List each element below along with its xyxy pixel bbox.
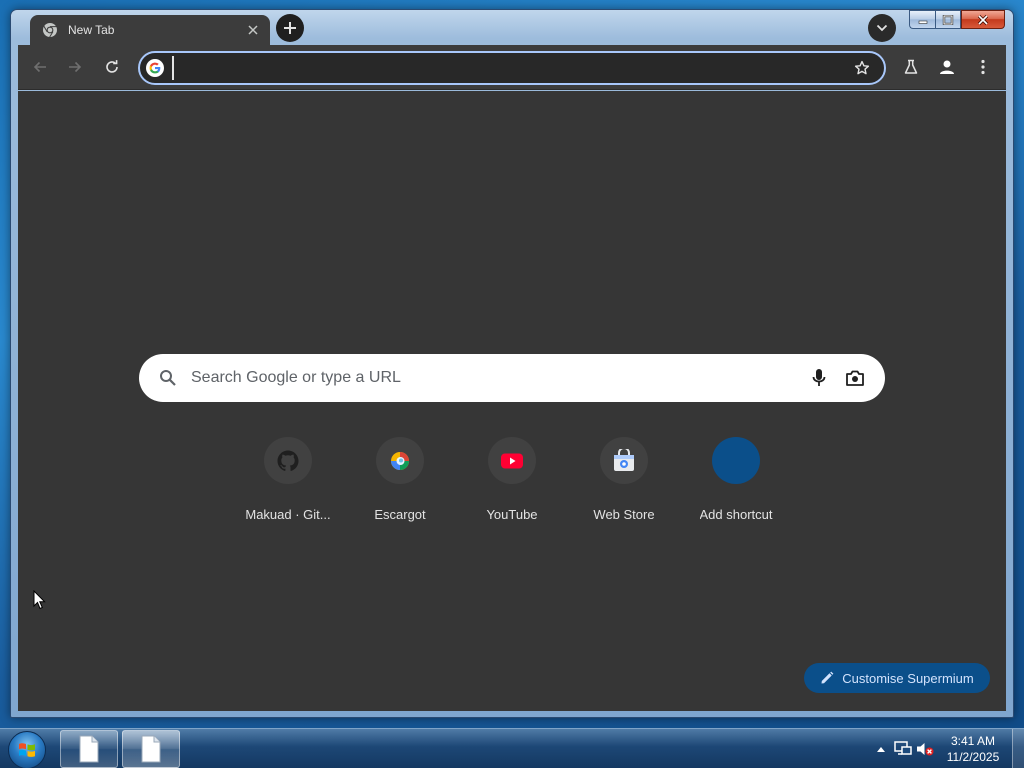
shortcut-tile (264, 437, 312, 485)
bookmark-star-button[interactable] (848, 54, 876, 82)
shortcut-label: Add shortcut (699, 507, 773, 522)
network-icon (894, 741, 912, 755)
person-icon (940, 60, 954, 74)
ntp-search-box[interactable] (139, 354, 885, 402)
browser-toolbar (18, 45, 1006, 90)
shortcut-youtube[interactable]: YouTube (456, 434, 568, 522)
shortcut-web-store[interactable]: Web Store (568, 434, 680, 522)
network-tray-button[interactable] (892, 738, 914, 760)
chevron-down-icon (876, 24, 888, 32)
address-input[interactable] (172, 56, 848, 80)
escargot-icon (391, 451, 409, 470)
shortcut-label: Escargot (374, 507, 426, 522)
back-button[interactable] (26, 53, 54, 81)
shortcut-escargot[interactable]: Escargot (344, 434, 456, 522)
camera-icon (846, 370, 864, 386)
chromium-icon (43, 23, 57, 38)
close-icon (248, 25, 258, 35)
tab-search-button[interactable] (868, 14, 896, 42)
kebab-menu-icon (981, 59, 985, 75)
taskbar-clock[interactable]: 3:41 AM 11/2/2025 (940, 733, 1006, 765)
volume-muted-icon (917, 743, 934, 756)
web-store-icon (614, 448, 634, 471)
image-search-button[interactable] (843, 366, 867, 390)
shortcut-label: Web Store (593, 507, 655, 522)
shortcut-github[interactable]: Makuad · Git... (232, 434, 344, 522)
windows-logo-icon (19, 743, 35, 757)
shortcut-tile (600, 437, 648, 485)
shortcut-tile (376, 437, 424, 485)
tab-strip: New Tab (18, 13, 1006, 45)
triangle-up-icon (877, 747, 885, 752)
star-icon (854, 60, 870, 75)
shortcut-add[interactable]: Add shortcut (680, 434, 792, 522)
new-tab-page: Makuad · Git... Escargot YouTube Web Sto… (18, 91, 1006, 711)
pencil-icon (821, 671, 834, 684)
customise-button[interactable]: Customise Supermium (804, 663, 990, 693)
new-tab-button[interactable] (276, 14, 304, 42)
arrow-left-icon (33, 61, 46, 73)
voice-search-button[interactable] (807, 366, 831, 390)
forward-button[interactable] (61, 53, 89, 81)
tab-close-button[interactable] (240, 19, 266, 41)
taskbar-app-2[interactable] (122, 730, 180, 768)
google-g-icon (146, 59, 164, 77)
shortcuts-grid: Makuad · Git... Escargot YouTube Web Sto… (232, 434, 792, 522)
flask-icon (904, 59, 918, 74)
reload-button[interactable] (98, 53, 126, 81)
youtube-icon (501, 453, 523, 469)
taskbar-app-1[interactable] (60, 730, 118, 768)
shortcut-label: YouTube (486, 507, 538, 522)
customise-label: Customise Supermium (842, 670, 974, 686)
shortcut-label: Makuad · Git... (245, 507, 331, 522)
plus-icon (284, 22, 296, 34)
tab-new-tab[interactable]: New Tab (30, 15, 270, 45)
ntp-search-input[interactable] (191, 369, 807, 387)
mic-icon (812, 369, 826, 386)
shortcut-tile (488, 437, 536, 485)
mouse-pointer-icon (33, 590, 46, 610)
show-hidden-icons-button[interactable] (870, 738, 892, 760)
omnibox[interactable] (138, 51, 886, 85)
system-tray: 3:41 AM 11/2/2025 (870, 729, 1024, 768)
profile-button[interactable] (933, 53, 961, 81)
volume-tray-button[interactable] (914, 738, 936, 760)
github-icon (277, 450, 299, 471)
menu-button[interactable] (969, 53, 997, 81)
start-button[interactable] (8, 731, 46, 768)
labs-button[interactable] (897, 53, 925, 81)
document-icon (79, 735, 99, 763)
search-icon (160, 370, 176, 386)
document-icon (141, 735, 161, 763)
clock-date: 11/2/2025 (946, 750, 1000, 764)
reload-icon (106, 60, 118, 73)
taskbar: 3:41 AM 11/2/2025 (0, 728, 1024, 768)
arrow-right-icon (69, 61, 82, 73)
tab-title: New Tab (68, 23, 115, 37)
clock-time: 3:41 AM (950, 734, 996, 748)
add-shortcut-icon (712, 437, 760, 485)
show-desktop-button[interactable] (1012, 729, 1024, 768)
